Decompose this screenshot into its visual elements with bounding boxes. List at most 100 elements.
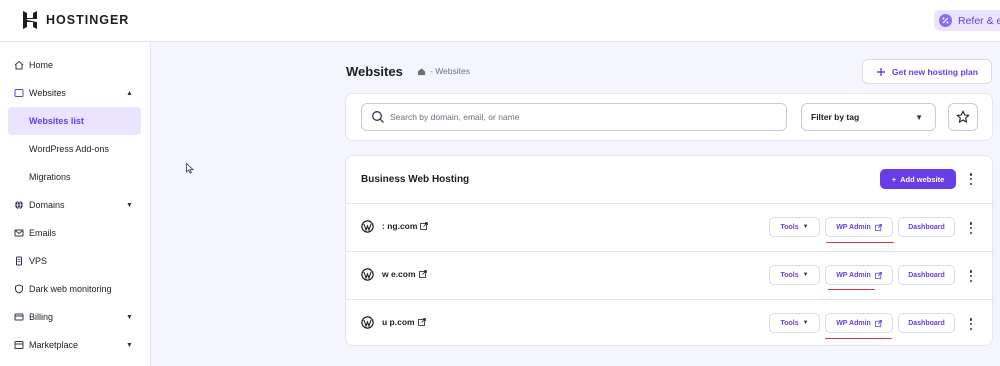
plan-more-options-icon[interactable] xyxy=(966,172,976,186)
domain-text: u p.com xyxy=(382,317,415,327)
filter-by-tag-select[interactable]: Filter by tag ▼ xyxy=(801,103,936,131)
plan-title: Business Web Hosting xyxy=(361,174,470,185)
website-domain-link[interactable]: w e.com xyxy=(382,269,427,279)
dashboard-button[interactable]: Dashboard xyxy=(898,217,955,237)
chevron-down-icon: ▼ xyxy=(126,341,133,349)
chevron-down-icon: ▼ xyxy=(126,313,133,321)
add-website-button[interactable]: + Add website xyxy=(880,169,956,189)
external-link-icon xyxy=(418,270,427,278)
red-annotation-underline xyxy=(826,242,894,243)
website-row: u p.com Tools ▼ WP Admin Dashboard xyxy=(346,299,994,347)
brand-name: HOSTINGER xyxy=(46,13,130,27)
sidebar-subitem-websites-list[interactable]: Websites list xyxy=(8,107,141,135)
sidebar-subitem-label: WordPress Add-ons xyxy=(29,144,109,154)
domain-text: : ng.com xyxy=(382,221,418,231)
sidebar-item-marketplace[interactable]: Marketplace ▼ xyxy=(0,332,151,358)
browser-icon xyxy=(14,88,24,98)
wp-admin-button[interactable]: WP Admin xyxy=(825,265,893,285)
sidebar-item-label: Home xyxy=(29,60,54,70)
percent-icon xyxy=(939,14,952,27)
site-more-options-icon[interactable] xyxy=(966,221,976,235)
globe-icon xyxy=(14,200,24,210)
get-new-hosting-plan-button[interactable]: Get new hosting plan xyxy=(862,59,992,84)
sidebar-item-label: Domains xyxy=(29,200,65,210)
sidebar-subitem-migrations[interactable]: Migrations xyxy=(8,163,141,191)
wp-admin-label: WP Admin xyxy=(836,223,871,231)
sidebar-item-label: Emails xyxy=(29,228,57,238)
dashboard-button[interactable]: Dashboard xyxy=(898,313,955,333)
tools-label: Tools xyxy=(780,271,799,279)
caret-down-icon: ▼ xyxy=(915,112,923,122)
star-icon xyxy=(956,110,970,123)
sidebar-subitem-wordpress-addons[interactable]: WordPress Add-ons xyxy=(8,135,141,163)
website-row: w e.com Tools ▼ WP Admin Dashboard xyxy=(346,251,994,299)
plus-icon xyxy=(877,67,886,76)
hosting-plan-card: Business Web Hosting + Add website : ng.… xyxy=(345,155,994,347)
search-icon xyxy=(372,111,384,123)
external-link-icon xyxy=(874,319,882,327)
sidebar-item-billing[interactable]: Billing ▼ xyxy=(0,304,151,330)
card-icon xyxy=(14,312,24,322)
website-domain-link[interactable]: u p.com xyxy=(382,317,426,327)
sidebar-subitem-label: Migrations xyxy=(29,172,71,182)
home-breadcrumb-icon[interactable] xyxy=(417,67,426,76)
site-more-options-icon[interactable] xyxy=(966,317,976,331)
tools-dropdown-button[interactable]: Tools ▼ xyxy=(769,217,820,237)
tools-label: Tools xyxy=(780,223,799,231)
caret-down-icon: ▼ xyxy=(802,224,809,230)
wordpress-icon xyxy=(361,268,374,281)
mouse-cursor-icon xyxy=(186,163,194,174)
dashboard-label: Dashboard xyxy=(908,319,945,327)
store-icon xyxy=(14,340,24,350)
caret-down-icon: ▼ xyxy=(802,320,809,326)
home-icon xyxy=(14,60,24,70)
dashboard-label: Dashboard xyxy=(908,271,945,279)
get-plan-label: Get new hosting plan xyxy=(892,66,978,77)
page-title: Websites xyxy=(346,64,403,79)
mail-icon xyxy=(14,228,24,238)
search-filter-card: Search by domain, email, or name Filter … xyxy=(345,93,993,141)
sidebar-item-websites[interactable]: Websites ▲ xyxy=(0,80,151,106)
add-website-label: Add website xyxy=(900,174,945,184)
sidebar-item-home[interactable]: Home xyxy=(0,52,151,78)
refer-label: Refer & ea xyxy=(958,14,1000,27)
chevron-up-icon: ▲ xyxy=(126,89,133,97)
sidebar-item-vps[interactable]: VPS xyxy=(0,248,151,274)
external-link-icon xyxy=(417,318,426,326)
wordpress-icon xyxy=(361,220,374,233)
favorites-button[interactable] xyxy=(948,103,978,131)
website-row: : ng.com Tools ▼ WP Admin Dashboard xyxy=(346,203,994,251)
search-placeholder: Search by domain, email, or name xyxy=(390,112,520,122)
sidebar-item-dark-web-monitoring[interactable]: Dark web monitoring xyxy=(0,276,151,302)
plus-icon: + xyxy=(891,174,897,184)
top-bar: HOSTINGER Refer & ea xyxy=(0,0,1000,42)
dashboard-label: Dashboard xyxy=(908,223,945,231)
search-input[interactable]: Search by domain, email, or name xyxy=(361,103,787,131)
breadcrumb-current: - Websites xyxy=(430,66,470,76)
sidebar-item-label: VPS xyxy=(29,256,48,266)
wp-admin-label: WP Admin xyxy=(836,319,871,327)
website-domain-link[interactable]: : ng.com xyxy=(382,221,429,231)
sidebar-item-domains[interactable]: Domains ▼ xyxy=(0,192,151,218)
tools-dropdown-button[interactable]: Tools ▼ xyxy=(769,313,820,333)
chevron-down-icon: ▼ xyxy=(126,201,133,209)
tools-dropdown-button[interactable]: Tools ▼ xyxy=(769,265,820,285)
refer-earn-button[interactable]: Refer & ea xyxy=(934,10,1000,31)
sidebar-item-label: Dark web monitoring xyxy=(29,284,112,294)
external-link-icon xyxy=(874,223,882,231)
tools-label: Tools xyxy=(780,319,799,327)
sidebar-item-emails[interactable]: Emails xyxy=(0,220,151,246)
sidebar-item-label: Websites xyxy=(29,88,66,98)
sidebar-item-label: Marketplace xyxy=(29,340,79,350)
dashboard-button[interactable]: Dashboard xyxy=(898,265,955,285)
wp-admin-button[interactable]: WP Admin xyxy=(825,217,893,237)
sidebar-subitem-label: Websites list xyxy=(29,116,84,126)
wp-admin-button[interactable]: WP Admin xyxy=(825,313,893,333)
hostinger-logo-icon xyxy=(23,11,37,29)
site-more-options-icon[interactable] xyxy=(966,269,976,283)
filter-label: Filter by tag xyxy=(811,112,860,122)
hostinger-logo[interactable]: HOSTINGER xyxy=(22,11,129,29)
red-annotation-underline xyxy=(828,289,875,290)
server-icon xyxy=(14,256,24,266)
sidebar: Home Websites ▲ Websites list WordPress … xyxy=(0,42,151,366)
